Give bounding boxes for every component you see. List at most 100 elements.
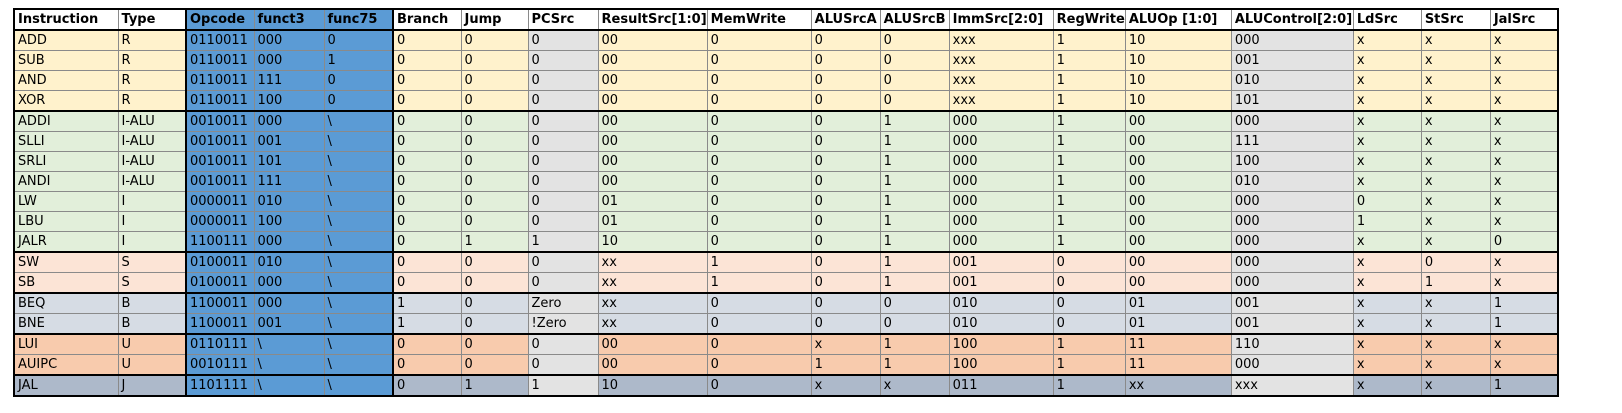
table-cell[interactable]: 0	[392, 171, 462, 192]
table-cell[interactable]: x	[1489, 29, 1559, 51]
table-cell[interactable]: 0	[392, 90, 462, 112]
table-cell[interactable]: 100	[948, 354, 1054, 376]
table-cell[interactable]: \	[253, 354, 325, 376]
table-cell[interactable]: 000	[948, 191, 1054, 212]
table-cell[interactable]: 1	[879, 151, 950, 172]
table-cell[interactable]: \	[323, 191, 394, 212]
table-cell[interactable]: 000	[948, 211, 1054, 232]
table-cell[interactable]: 1	[879, 354, 950, 376]
table-cell[interactable]: xxx	[948, 90, 1054, 112]
table-cell[interactable]: S	[117, 272, 187, 294]
table-cell[interactable]: I-ALU	[117, 171, 187, 192]
table-cell[interactable]: x	[1420, 29, 1491, 51]
table-cell[interactable]: 0110011	[185, 29, 255, 51]
table-cell[interactable]: 0	[706, 29, 812, 51]
table-cell[interactable]: 0	[460, 354, 529, 376]
table-cell[interactable]: 00	[1124, 191, 1232, 212]
column-header[interactable]: funct3	[253, 8, 325, 31]
table-cell[interactable]: \	[323, 231, 394, 253]
table-cell[interactable]: 00	[597, 333, 708, 355]
table-cell[interactable]: 0	[706, 131, 812, 152]
column-header[interactable]: StSrc	[1420, 8, 1491, 31]
table-cell[interactable]: x	[1352, 50, 1422, 71]
column-header[interactable]: PCSrc	[527, 8, 599, 31]
table-cell[interactable]: 10	[597, 374, 708, 397]
table-cell[interactable]: \	[253, 374, 325, 397]
table-cell[interactable]: LBU	[13, 211, 119, 232]
table-cell[interactable]: x	[1352, 333, 1422, 355]
table-cell[interactable]: SB	[13, 272, 119, 294]
table-cell[interactable]: x	[1352, 272, 1422, 294]
table-cell[interactable]: xxx	[948, 70, 1054, 91]
table-cell[interactable]: 0	[460, 272, 529, 294]
table-cell[interactable]: 1	[1489, 292, 1559, 314]
table-cell[interactable]: 00	[597, 90, 708, 112]
table-cell[interactable]: 0	[810, 50, 881, 71]
table-cell[interactable]: 1	[879, 191, 950, 212]
table-cell[interactable]: 1	[1052, 29, 1126, 51]
table-cell[interactable]: U	[117, 333, 187, 355]
table-cell[interactable]: 0	[460, 292, 529, 314]
table-cell[interactable]: 001	[948, 272, 1054, 294]
table-cell[interactable]: x	[1352, 90, 1422, 112]
table-cell[interactable]: 0	[810, 251, 881, 273]
table-cell[interactable]: x	[1352, 171, 1422, 192]
table-cell[interactable]: xx	[597, 272, 708, 294]
table-cell[interactable]: \	[323, 333, 394, 355]
table-cell[interactable]: I	[117, 191, 187, 212]
table-cell[interactable]: 011	[948, 374, 1054, 397]
table-cell[interactable]: x	[1352, 110, 1422, 132]
table-cell[interactable]: I-ALU	[117, 131, 187, 152]
table-cell[interactable]: 000	[253, 292, 325, 314]
table-cell[interactable]: 00	[597, 151, 708, 172]
table-cell[interactable]: 1101111	[185, 374, 255, 397]
table-cell[interactable]: 0	[460, 151, 529, 172]
table-cell[interactable]: 0	[706, 313, 812, 335]
table-cell[interactable]: x	[1352, 231, 1422, 253]
table-cell[interactable]: 00	[1124, 211, 1232, 232]
table-cell[interactable]: 0	[392, 29, 462, 51]
table-cell[interactable]: \	[323, 151, 394, 172]
column-header[interactable]: RegWrite	[1052, 8, 1126, 31]
table-cell[interactable]: 0	[392, 211, 462, 232]
table-cell[interactable]: x	[1420, 191, 1491, 212]
table-cell[interactable]: ANDI	[13, 171, 119, 192]
table-cell[interactable]: 0	[527, 70, 599, 91]
table-cell[interactable]: 1	[1052, 171, 1126, 192]
table-cell[interactable]: 0	[527, 50, 599, 71]
table-cell[interactable]: S	[117, 251, 187, 273]
table-cell[interactable]: 1100011	[185, 292, 255, 314]
table-cell[interactable]: 01	[597, 211, 708, 232]
table-cell[interactable]: 0	[460, 251, 529, 273]
table-cell[interactable]: 1	[527, 231, 599, 253]
table-cell[interactable]: 000	[948, 110, 1054, 132]
table-cell[interactable]: 010	[948, 313, 1054, 335]
table-cell[interactable]: 0	[706, 333, 812, 355]
table-cell[interactable]: 00	[1124, 151, 1232, 172]
table-cell[interactable]: 010	[253, 191, 325, 212]
table-cell[interactable]: JALR	[13, 231, 119, 253]
table-cell[interactable]: 0	[810, 191, 881, 212]
table-cell[interactable]: 0	[810, 110, 881, 132]
table-cell[interactable]: 000	[948, 171, 1054, 192]
table-cell[interactable]: 0	[706, 50, 812, 71]
table-cell[interactable]: 0	[810, 231, 881, 253]
table-cell[interactable]: 1	[527, 374, 599, 397]
table-cell[interactable]: XOR	[13, 90, 119, 112]
table-cell[interactable]: 0	[810, 272, 881, 294]
table-cell[interactable]: 0100011	[185, 272, 255, 294]
table-cell[interactable]: 0	[706, 231, 812, 253]
table-cell[interactable]: 0	[392, 131, 462, 152]
table-cell[interactable]: SUB	[13, 50, 119, 71]
table-cell[interactable]: x	[1352, 70, 1422, 91]
table-cell[interactable]: 0	[1352, 191, 1422, 212]
table-cell[interactable]: 0	[1052, 313, 1126, 335]
table-cell[interactable]: 00	[1124, 110, 1232, 132]
table-cell[interactable]: 001	[253, 131, 325, 152]
table-cell[interactable]: 0	[879, 70, 950, 91]
table-cell[interactable]: 010	[1230, 70, 1354, 91]
table-cell[interactable]: 00	[597, 131, 708, 152]
table-cell[interactable]: 1	[879, 110, 950, 132]
table-cell[interactable]: 101	[1230, 90, 1354, 112]
table-cell[interactable]: 0	[460, 29, 529, 51]
